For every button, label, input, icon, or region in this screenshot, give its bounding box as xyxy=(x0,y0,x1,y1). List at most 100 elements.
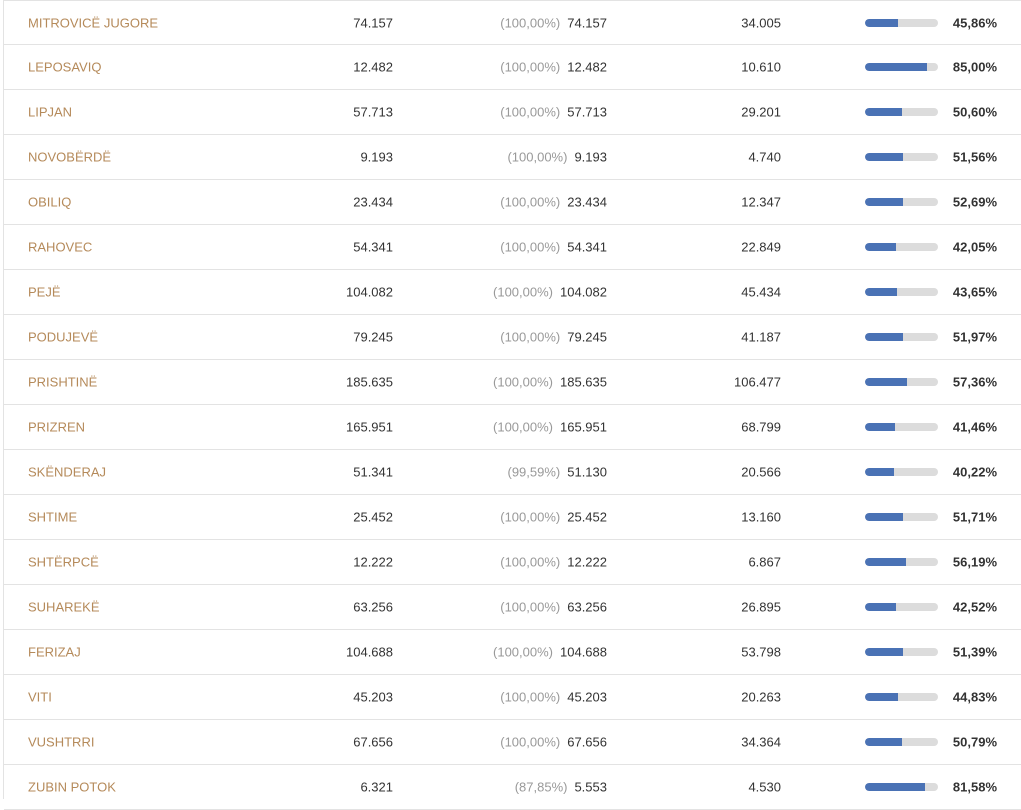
voted-count: 68.799 xyxy=(741,419,781,435)
table-row: VUSHTRRI 67.656 (100,00%) 67.656 34.364 5… xyxy=(4,720,1021,765)
counted-votes: 185.635 xyxy=(560,374,607,390)
counted-cell: (87,85%) 5.553 xyxy=(515,780,607,795)
registered-voters: 63.256 xyxy=(353,599,393,615)
table-row: ZUBIN POTOK 6.321 (87,85%) 5.553 4.530 81… xyxy=(4,765,1021,810)
turnout-bar xyxy=(865,378,938,386)
turnout-bar xyxy=(865,693,938,701)
counted-cell: (100,00%) 79.245 xyxy=(500,330,607,345)
turnout-bar xyxy=(865,423,938,431)
turnout-bar-fill xyxy=(865,783,925,791)
counted-cell: (100,00%) 104.082 xyxy=(493,285,607,300)
voted-count: 22.849 xyxy=(741,239,781,255)
municipality-link[interactable]: SUHAREKË xyxy=(28,600,100,615)
voted-count: 4.530 xyxy=(748,779,781,795)
registered-voters: 12.222 xyxy=(353,554,393,570)
voted-count: 13.160 xyxy=(741,509,781,525)
table-row: MITROVICË JUGORE 74.157 (100,00%) 74.157 … xyxy=(4,1,1021,45)
registered-voters: 51.341 xyxy=(353,464,393,480)
turnout-bar xyxy=(865,648,938,656)
turnout-bar-fill xyxy=(865,513,903,521)
municipality-link[interactable]: PRISHTINË xyxy=(28,375,97,390)
voted-count: 12.347 xyxy=(741,194,781,210)
table-row: RAHOVEC 54.341 (100,00%) 54.341 22.849 42… xyxy=(4,225,1021,270)
municipality-link[interactable]: PRIZREN xyxy=(28,420,85,435)
turnout-bar xyxy=(865,153,938,161)
turnout-bar-fill xyxy=(865,378,907,386)
counted-votes: 23.434 xyxy=(567,194,607,210)
table-row: PODUJEVË 79.245 (100,00%) 79.245 41.187 5… xyxy=(4,315,1021,360)
turnout-bar xyxy=(865,558,938,566)
municipality-link[interactable]: MITROVICË JUGORE xyxy=(28,15,158,30)
counted-percent: (100,00%) xyxy=(493,374,553,390)
municipality-link[interactable]: FERIZAJ xyxy=(28,645,81,660)
turnout-percent: 43,65% xyxy=(952,284,997,300)
counted-cell: (100,00%) 54.341 xyxy=(500,240,607,255)
turnout-percent: 45,86% xyxy=(952,15,997,30)
voted-count: 20.263 xyxy=(741,689,781,705)
table-row: FERIZAJ 104.688 (100,00%) 104.688 53.798 … xyxy=(4,630,1021,675)
table-row: LEPOSAVIQ 12.482 (100,00%) 12.482 10.610 … xyxy=(4,45,1021,90)
turnout-percent: 81,58% xyxy=(952,779,997,795)
counted-votes: 51.130 xyxy=(567,464,607,480)
turnout-bar-fill xyxy=(865,18,899,27)
voted-count: 34.364 xyxy=(741,734,781,750)
counted-cell: (100,00%) 57.713 xyxy=(500,105,607,120)
table-row: LIPJAN 57.713 (100,00%) 57.713 29.201 50,… xyxy=(4,90,1021,135)
turnout-bar-fill xyxy=(865,288,897,296)
counted-percent: (100,00%) xyxy=(500,15,561,30)
turnout-percent: 50,60% xyxy=(952,104,997,120)
turnout-bar-fill xyxy=(865,648,903,656)
registered-voters: 67.656 xyxy=(353,734,393,750)
turnout-bar xyxy=(865,513,938,521)
voted-count: 4.740 xyxy=(748,149,781,165)
turnout-bar-fill xyxy=(865,333,903,341)
municipality-link[interactable]: SKËNDERAJ xyxy=(28,465,106,480)
turnout-bar-fill xyxy=(865,423,896,431)
turnout-bar xyxy=(865,18,938,27)
turnout-bar-fill xyxy=(865,693,898,701)
municipality-link[interactable]: SHTËRPCË xyxy=(28,555,99,570)
municipality-link[interactable]: VITI xyxy=(28,690,52,705)
turnout-percent: 51,97% xyxy=(952,329,997,345)
registered-voters: 57.713 xyxy=(353,104,393,120)
turnout-bar-fill xyxy=(865,468,895,476)
municipality-link[interactable]: OBILIQ xyxy=(28,195,71,210)
turnout-percent: 51,71% xyxy=(952,509,997,525)
counted-percent: (100,00%) xyxy=(507,149,568,165)
registered-voters: 74.157 xyxy=(353,15,393,30)
counted-percent: (100,00%) xyxy=(493,419,553,435)
municipality-link[interactable]: LIPJAN xyxy=(28,105,72,120)
turnout-percent: 50,79% xyxy=(952,734,997,750)
turnout-percent: 56,19% xyxy=(952,554,997,570)
table-row: SKËNDERAJ 51.341 (99,59%) 51.130 20.566 4… xyxy=(4,450,1021,495)
municipality-link[interactable]: NOVOBËRDË xyxy=(28,150,111,165)
turnout-bar xyxy=(865,288,938,296)
counted-cell: (100,00%) 67.656 xyxy=(500,735,607,750)
counted-cell: (100,00%) 23.434 xyxy=(500,195,607,210)
counted-cell: (100,00%) 12.482 xyxy=(500,60,607,75)
turnout-bar-fill xyxy=(865,198,904,206)
municipality-link[interactable]: ZUBIN POTOK xyxy=(28,780,116,795)
municipality-link[interactable]: PODUJEVË xyxy=(28,330,98,345)
results-table: MITROVICË JUGORE 74.157 (100,00%) 74.157 … xyxy=(3,0,1021,810)
counted-cell: (100,00%) 165.951 xyxy=(493,420,607,435)
turnout-percent: 42,05% xyxy=(952,239,997,255)
counted-cell: (100,00%) 9.193 xyxy=(507,150,607,165)
counted-votes: 5.553 xyxy=(574,779,607,795)
voted-count: 20.566 xyxy=(741,464,781,480)
registered-voters: 25.452 xyxy=(353,509,393,525)
municipality-link[interactable]: SHTIME xyxy=(28,510,77,525)
turnout-percent: 40,22% xyxy=(952,464,997,480)
turnout-percent: 44,83% xyxy=(952,689,997,705)
turnout-percent: 57,36% xyxy=(952,374,997,390)
turnout-bar-fill xyxy=(865,738,903,746)
turnout-bar-fill xyxy=(865,108,902,116)
municipality-link[interactable]: PEJË xyxy=(28,285,61,300)
voted-count: 10.610 xyxy=(741,59,781,75)
table-row: PRIZREN 165.951 (100,00%) 165.951 68.799 … xyxy=(4,405,1021,450)
municipality-link[interactable]: VUSHTRRI xyxy=(28,735,94,750)
counted-percent: (100,00%) xyxy=(500,734,561,750)
municipality-link[interactable]: RAHOVEC xyxy=(28,240,92,255)
municipality-link[interactable]: LEPOSAVIQ xyxy=(28,60,101,75)
voted-count: 26.895 xyxy=(741,599,781,615)
